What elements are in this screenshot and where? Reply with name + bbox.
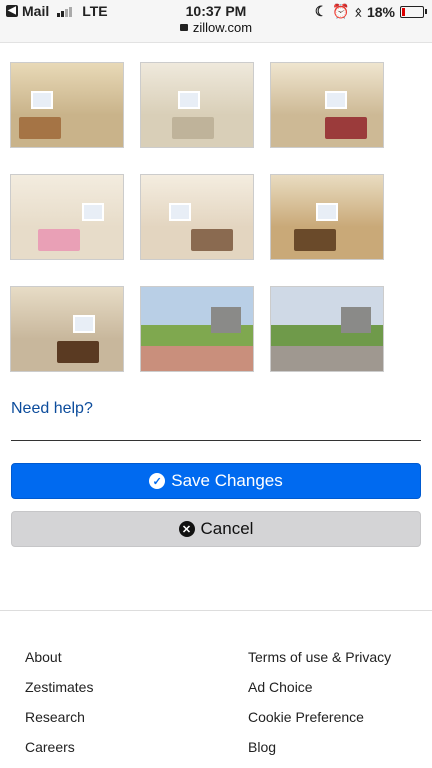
save-changes-button[interactable]: ✓ Save Changes — [11, 463, 421, 499]
photo-thumbnail-playhouse-bedroom[interactable] — [140, 174, 254, 260]
footer-link-cookie-preference[interactable]: Cookie Preference — [248, 709, 364, 725]
alarm-icon: ⏰ — [332, 3, 350, 19]
status-bar: ◀ Mail LTE 10:37 PM zillow.com ☾ ⏰ ᛟ 18% — [0, 0, 432, 43]
footer-link-terms[interactable]: Terms of use & Privacy — [248, 649, 391, 665]
photo-structure — [341, 307, 371, 333]
photo-furniture — [57, 341, 99, 363]
battery-icon — [400, 5, 427, 18]
photo-furniture — [38, 229, 80, 251]
moon-icon: ☾ — [314, 3, 328, 19]
photo-furniture — [294, 229, 336, 251]
photo-thumbnail-bunk-bedroom[interactable] — [270, 62, 384, 148]
photo-thumbnail-basement-dining[interactable] — [270, 174, 384, 260]
need-help-link[interactable]: Need help? — [11, 400, 93, 418]
footer-link-about[interactable]: About — [25, 649, 62, 665]
photo-image — [141, 175, 253, 259]
photo-image — [11, 63, 123, 147]
photo-image — [271, 175, 383, 259]
url-bar[interactable]: zillow.com — [0, 20, 432, 35]
photo-structure — [211, 307, 241, 333]
footer-divider — [0, 610, 432, 611]
check-circle-icon: ✓ — [149, 473, 166, 489]
photo-thumbnail-patio-firepit[interactable] — [270, 286, 384, 372]
cancel-button[interactable]: ✕ Cancel — [11, 511, 421, 547]
cancel-label: Cancel — [200, 519, 254, 538]
photo-thumbnail-patio-shed[interactable] — [140, 286, 254, 372]
photo-window — [325, 91, 347, 109]
photo-thumbnail-bathroom-vanity[interactable] — [10, 62, 124, 148]
photo-window — [169, 203, 191, 221]
bluetooth-icon: ᛟ — [354, 4, 362, 19]
photo-furniture — [19, 117, 61, 139]
footer-link-zestimates[interactable]: Zestimates — [25, 679, 93, 695]
photo-image — [141, 63, 253, 147]
photo-window — [82, 203, 104, 221]
lock-icon — [179, 24, 188, 32]
photo-thumbnail-basement-bar[interactable] — [10, 286, 124, 372]
footer-link-careers[interactable]: Careers — [25, 739, 75, 755]
status-right: ☾ ⏰ ᛟ 18% — [314, 3, 427, 20]
battery-percent: 18% — [366, 3, 395, 20]
footer-link-ad-choice[interactable]: Ad Choice — [248, 679, 313, 695]
photo-window — [31, 91, 53, 109]
url-text: zillow.com — [192, 20, 253, 35]
photo-image — [271, 63, 383, 147]
photo-window — [73, 315, 95, 333]
photo-furniture — [325, 117, 367, 139]
photo-image — [271, 287, 383, 371]
photo-furniture — [191, 229, 233, 251]
photo-window — [316, 203, 338, 221]
footer-link-blog[interactable]: Blog — [248, 739, 276, 755]
photo-window — [178, 91, 200, 109]
divider — [11, 440, 421, 441]
photo-image — [11, 175, 123, 259]
photo-image — [141, 287, 253, 371]
save-changes-label: Save Changes — [171, 471, 283, 490]
x-circle-icon: ✕ — [178, 521, 195, 537]
photo-thumbnail-bathroom-tub[interactable] — [140, 62, 254, 148]
photo-thumbnail-girls-bedroom[interactable] — [10, 174, 124, 260]
photo-image — [11, 287, 123, 371]
photo-furniture — [172, 117, 214, 139]
footer-link-research[interactable]: Research — [25, 709, 85, 725]
